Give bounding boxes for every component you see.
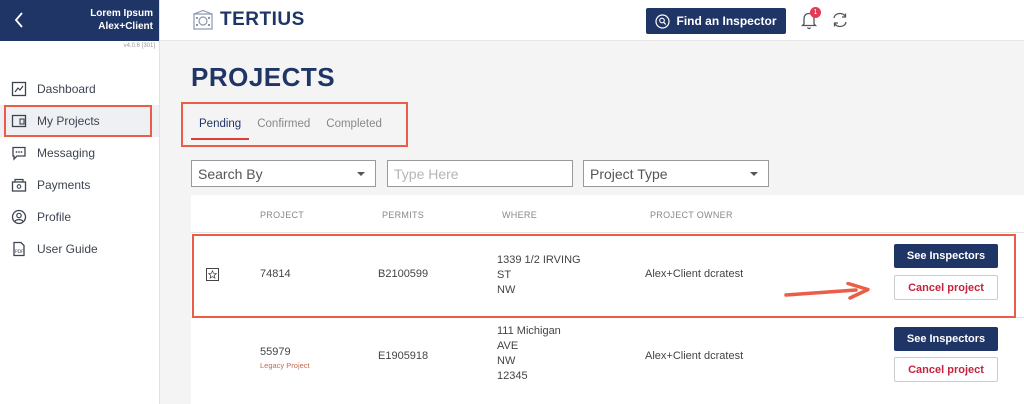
table-header: PROJECT PERMITS WHERE PROJECT OWNER: [191, 195, 1024, 232]
address-line: NW: [497, 284, 516, 296]
column-header-where: WHERE: [502, 210, 537, 220]
user-name: Lorem Ipsum: [90, 8, 153, 19]
permit-number: B2100599: [378, 268, 429, 280]
projects-table: PROJECT PERMITS WHERE PROJECT OWNER 7481…: [191, 195, 1024, 404]
see-inspectors-button[interactable]: See Inspectors: [894, 327, 998, 351]
tab-pending[interactable]: Pending: [191, 110, 250, 140]
table-row[interactable]: 74814 B2100599 1339 1/2 IRVING ST NW Ale…: [191, 232, 1024, 317]
user-role: Alex+Client: [98, 20, 153, 32]
cancel-project-button[interactable]: Cancel project: [894, 357, 998, 382]
projects-icon: [10, 113, 27, 130]
caret-down-icon: [357, 172, 365, 176]
find-inspector-button[interactable]: Find an Inspector: [646, 8, 786, 34]
sidebar-item-payments[interactable]: Payments: [0, 169, 159, 201]
cancel-project-button[interactable]: Cancel project: [894, 275, 998, 300]
tab-completed[interactable]: Completed: [318, 110, 390, 140]
search-field[interactable]: [387, 160, 573, 187]
sidebar-nav: Dashboard My Projects Messaging Payments: [0, 73, 159, 265]
tab-confirmed[interactable]: Confirmed: [249, 110, 318, 140]
sidebar-item-label: Profile: [37, 210, 72, 224]
brand-logo[interactable]: TERTIUS: [192, 9, 305, 31]
notification-badge: 1: [810, 7, 821, 18]
sidebar-item-user-guide[interactable]: PDF User Guide: [0, 233, 159, 265]
sidebar-item-label: Messaging: [37, 146, 96, 160]
sidebar-header: Lorem Ipsum Alex+Client: [0, 0, 159, 41]
profile-icon: [10, 209, 27, 226]
page-title: PROJECTS: [191, 62, 336, 92]
project-type-select[interactable]: Project Type: [583, 160, 769, 187]
chevron-left-icon: [14, 12, 23, 28]
sidebar-item-label: Dashboard: [37, 82, 96, 96]
project-owner: Alex+Client dcratest: [645, 350, 744, 362]
address-line: ST: [497, 269, 512, 281]
address: 111 Michigan AVE NW 12345: [497, 324, 561, 384]
svg-text:PDF: PDF: [15, 249, 24, 255]
sidebar: Lorem Ipsum Alex+Client v4.0.6 [301] Das…: [0, 0, 160, 404]
permit-number: E1905918: [378, 350, 429, 362]
sidebar-item-profile[interactable]: Profile: [0, 201, 159, 233]
pdf-icon: PDF: [10, 241, 27, 258]
back-button[interactable]: [8, 8, 30, 32]
project-id: 55979: [260, 346, 291, 358]
switch-icon[interactable]: [831, 11, 849, 29]
arrow-right-icon: [784, 282, 870, 300]
search-by-value: Search By: [198, 165, 263, 182]
brand-name: TERTIUS: [220, 9, 305, 30]
column-header-owner: PROJECT OWNER: [650, 210, 733, 220]
sidebar-item-my-projects[interactable]: My Projects: [0, 105, 159, 137]
see-inspectors-button[interactable]: See Inspectors: [894, 244, 998, 268]
sidebar-item-label: My Projects: [37, 114, 100, 128]
sidebar-item-messaging[interactable]: Messaging: [0, 137, 159, 169]
project-tabs: Pending Confirmed Completed: [191, 110, 390, 140]
address-line: 12345: [497, 370, 528, 382]
legacy-tag: Legacy Project: [260, 361, 310, 370]
table-row[interactable]: 55979 Legacy Project E1905918 111 Michig…: [191, 317, 1024, 404]
chat-icon: [10, 145, 27, 162]
top-bar: TERTIUS: [160, 0, 1024, 41]
search-input[interactable]: [394, 165, 572, 182]
find-inspector-label: Find an Inspector: [676, 14, 777, 28]
star-icon[interactable]: [206, 268, 219, 281]
payments-icon: [10, 177, 27, 194]
column-header-project: PROJECT: [260, 210, 305, 220]
inspector-search-icon: [655, 13, 671, 29]
address-line: 111 Michigan: [497, 325, 561, 337]
address: 1339 1/2 IRVING ST NW: [497, 253, 581, 298]
sidebar-item-label: Payments: [37, 178, 91, 192]
sidebar-item-dashboard[interactable]: Dashboard: [0, 73, 159, 105]
project-id: 74814: [260, 268, 291, 280]
building-icon: [193, 9, 213, 30]
project-owner: Alex+Client dcratest: [645, 268, 744, 280]
address-line: NW: [497, 355, 516, 367]
project-type-value: Project Type: [590, 165, 668, 182]
search-by-select[interactable]: Search By: [191, 160, 376, 187]
column-header-permits: PERMITS: [382, 210, 425, 220]
address-line: 1339 1/2 IRVING: [497, 254, 581, 266]
dashboard-icon: [10, 81, 27, 98]
address-line: AVE: [497, 340, 519, 352]
app-version: v4.0.6 [301]: [123, 43, 155, 49]
project-cell: 55979 Legacy Project: [260, 346, 310, 370]
caret-down-icon: [750, 172, 758, 176]
sidebar-item-label: User Guide: [37, 242, 98, 256]
user-info: Lorem Ipsum Alex+Client: [90, 8, 153, 33]
